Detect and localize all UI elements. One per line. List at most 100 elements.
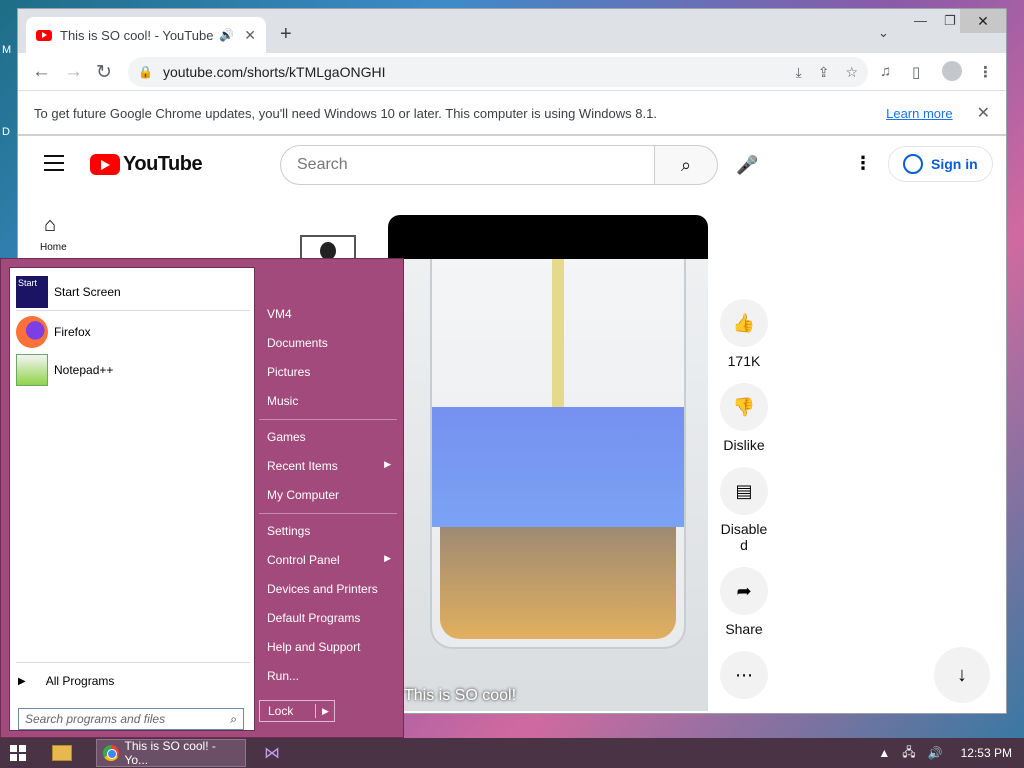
comment-icon[interactable]: ▤ [720,467,768,515]
infobar-message: To get future Google Chrome updates, you… [34,105,657,121]
lock-button[interactable]: Lock ▶ [259,700,335,722]
microphone-icon[interactable]: 🎤 [736,155,758,176]
network-icon[interactable]: 🖧 [902,743,915,764]
next-short-arrow-icon[interactable]: ↓ [934,647,990,703]
triangle-right-icon: ▶ [18,675,26,687]
shorts-player[interactable]: This is SO cool! [388,215,708,711]
start-button[interactable] [10,745,26,761]
share-icon[interactable]: ⇪ [818,64,830,81]
thumbs-down-icon[interactable]: 👎 [720,383,768,431]
firefox-item[interactable]: Firefox [16,316,91,348]
lock-icon[interactable]: 🔒 [138,65,153,79]
chrome-menu-icon[interactable]: ⋮ [978,63,993,81]
address-bar[interactable]: 🔒 youtube.com/shorts/kTMLgaONGHI ⤓ ⇪ ☆ [128,57,868,87]
shorts-actions: 👍 171K 👎 Dislike ▤ Disable d ➦ Share ⋯ [718,299,770,713]
more-action[interactable]: ⋯ [718,651,770,699]
start-menu-programs-pane: Start Start Screen Firefox Notepad++ ▶ A… [9,267,255,731]
settings-menu-icon[interactable]: ⋮ [854,153,872,174]
my-computer-link[interactable]: My Computer [267,488,395,502]
help-support-link[interactable]: Help and Support [267,640,395,654]
minimize-button[interactable]: — [914,13,927,28]
update-infobar: To get future Google Chrome updates, you… [18,92,1006,136]
maximize-button[interactable]: ❐ [944,13,956,29]
separator [16,662,250,663]
forward-button[interactable]: → [64,61,83,83]
like-count: 171K [727,353,761,369]
sign-in-button[interactable]: Sign in [888,146,993,182]
music-link[interactable]: Music [267,394,395,408]
submenu-arrow-icon: ▶ [384,553,391,563]
glass [430,259,686,649]
start-search-input[interactable]: Search programs and files ⌕ [18,708,244,730]
new-tab-button[interactable]: + [280,23,292,46]
browser-tab[interactable]: This is SO cool! - YouTube 🔊 ✕ [26,17,266,53]
bookmark-star-icon[interactable]: ☆ [845,64,858,81]
infobar-close-icon[interactable]: ✕ [977,103,990,123]
start-screen-item[interactable]: Start Start Screen [16,276,121,308]
submenu-arrow-icon: ▶ [384,459,391,469]
reload-button[interactable]: ↻ [96,61,112,84]
more-options-icon[interactable]: ⋯ [720,651,768,699]
hamburger-menu-icon[interactable] [44,155,64,176]
profile-avatar-icon[interactable] [942,61,962,85]
comments-action[interactable]: ▤ Disable d [718,467,770,553]
search-button[interactable]: ⌕ [654,145,718,185]
run-link[interactable]: Run... [267,669,395,683]
tray-overflow-icon[interactable]: ▲ [878,746,890,760]
system-tray: ▲ 🖧 🔊 12:53 PM [878,743,1024,764]
all-programs-item[interactable]: ▶ All Programs [18,674,114,688]
url-text: youtube.com/shorts/kTMLgaONGHI [162,64,386,80]
devices-printers-link[interactable]: Devices and Printers [267,582,395,596]
vm4-link[interactable]: VM4 [267,307,395,321]
youtube-logo[interactable]: YouTube [90,153,203,176]
youtube-favicon-icon [36,29,52,41]
file-explorer-icon[interactable] [52,745,72,761]
share-action[interactable]: ➦ Share [718,567,770,637]
short-title[interactable]: This is SO cool! [404,687,516,705]
control-panel-link[interactable]: Control Panel ▶ [267,553,395,567]
install-app-icon[interactable]: ⤓ [796,64,802,81]
learn-more-link[interactable]: Learn more [886,106,952,121]
recent-items-link[interactable]: Recent Items ▶ [267,459,395,473]
visual-studio-icon[interactable]: ⋈ [264,743,280,763]
audio-playing-icon[interactable]: 🔊 [219,28,234,42]
account-icon [903,154,923,174]
tab-search-chevron-icon[interactable]: ⌄ [878,25,889,41]
start-screen-icon: Start [16,276,48,308]
video-frame[interactable] [388,259,708,711]
dislike-action[interactable]: 👎 Dislike [718,383,770,453]
close-window-button[interactable]: ✕ [960,9,1006,33]
search-icon[interactable]: ⌕ [230,712,237,727]
power-options-arrow-icon[interactable]: ▶ [316,706,329,717]
firefox-icon [16,316,48,348]
back-button[interactable]: ← [32,61,51,83]
tab-close-icon[interactable]: ✕ [244,27,256,44]
notepadpp-icon [16,354,48,386]
dislike-label: Dislike [723,437,765,453]
taskbar: This is SO cool! - Yo... ⋈ ▲ 🖧 🔊 12:53 P… [0,738,1024,768]
home-label[interactable]: Home [40,242,67,253]
home-icon[interactable]: ⌂ [44,214,56,237]
clock[interactable]: 12:53 PM [961,746,1012,760]
search-input[interactable]: Search [280,145,655,185]
separator [259,419,397,420]
games-link[interactable]: Games [267,430,395,444]
thumbs-up-icon[interactable]: 👍 [720,299,768,347]
taskbar-chrome-button[interactable]: This is SO cool! - Yo... [96,739,246,767]
desktop-icon-label: M [2,44,12,56]
documents-link[interactable]: Documents [267,336,395,350]
like-action[interactable]: 👍 171K [718,299,770,369]
share-arrow-icon[interactable]: ➦ [720,567,768,615]
tab-title: This is SO cool! - YouTube [60,27,214,43]
chrome-icon [103,745,119,761]
browser-toolbar: ← → ↻ 🔒 youtube.com/shorts/kTMLgaONGHI ⤓… [18,53,1006,91]
settings-link[interactable]: Settings [267,524,395,538]
pictures-link[interactable]: Pictures [267,365,395,379]
default-programs-link[interactable]: Default Programs [267,611,395,625]
volume-icon[interactable]: 🔊 [928,746,943,760]
notepadpp-item[interactable]: Notepad++ [16,354,113,386]
start-menu: Start Start Screen Firefox Notepad++ ▶ A… [0,258,404,738]
media-control-icon[interactable]: ♫ [880,63,891,80]
desktop-icon-label: D [2,126,10,138]
side-panel-icon[interactable]: ▯ [912,63,920,81]
